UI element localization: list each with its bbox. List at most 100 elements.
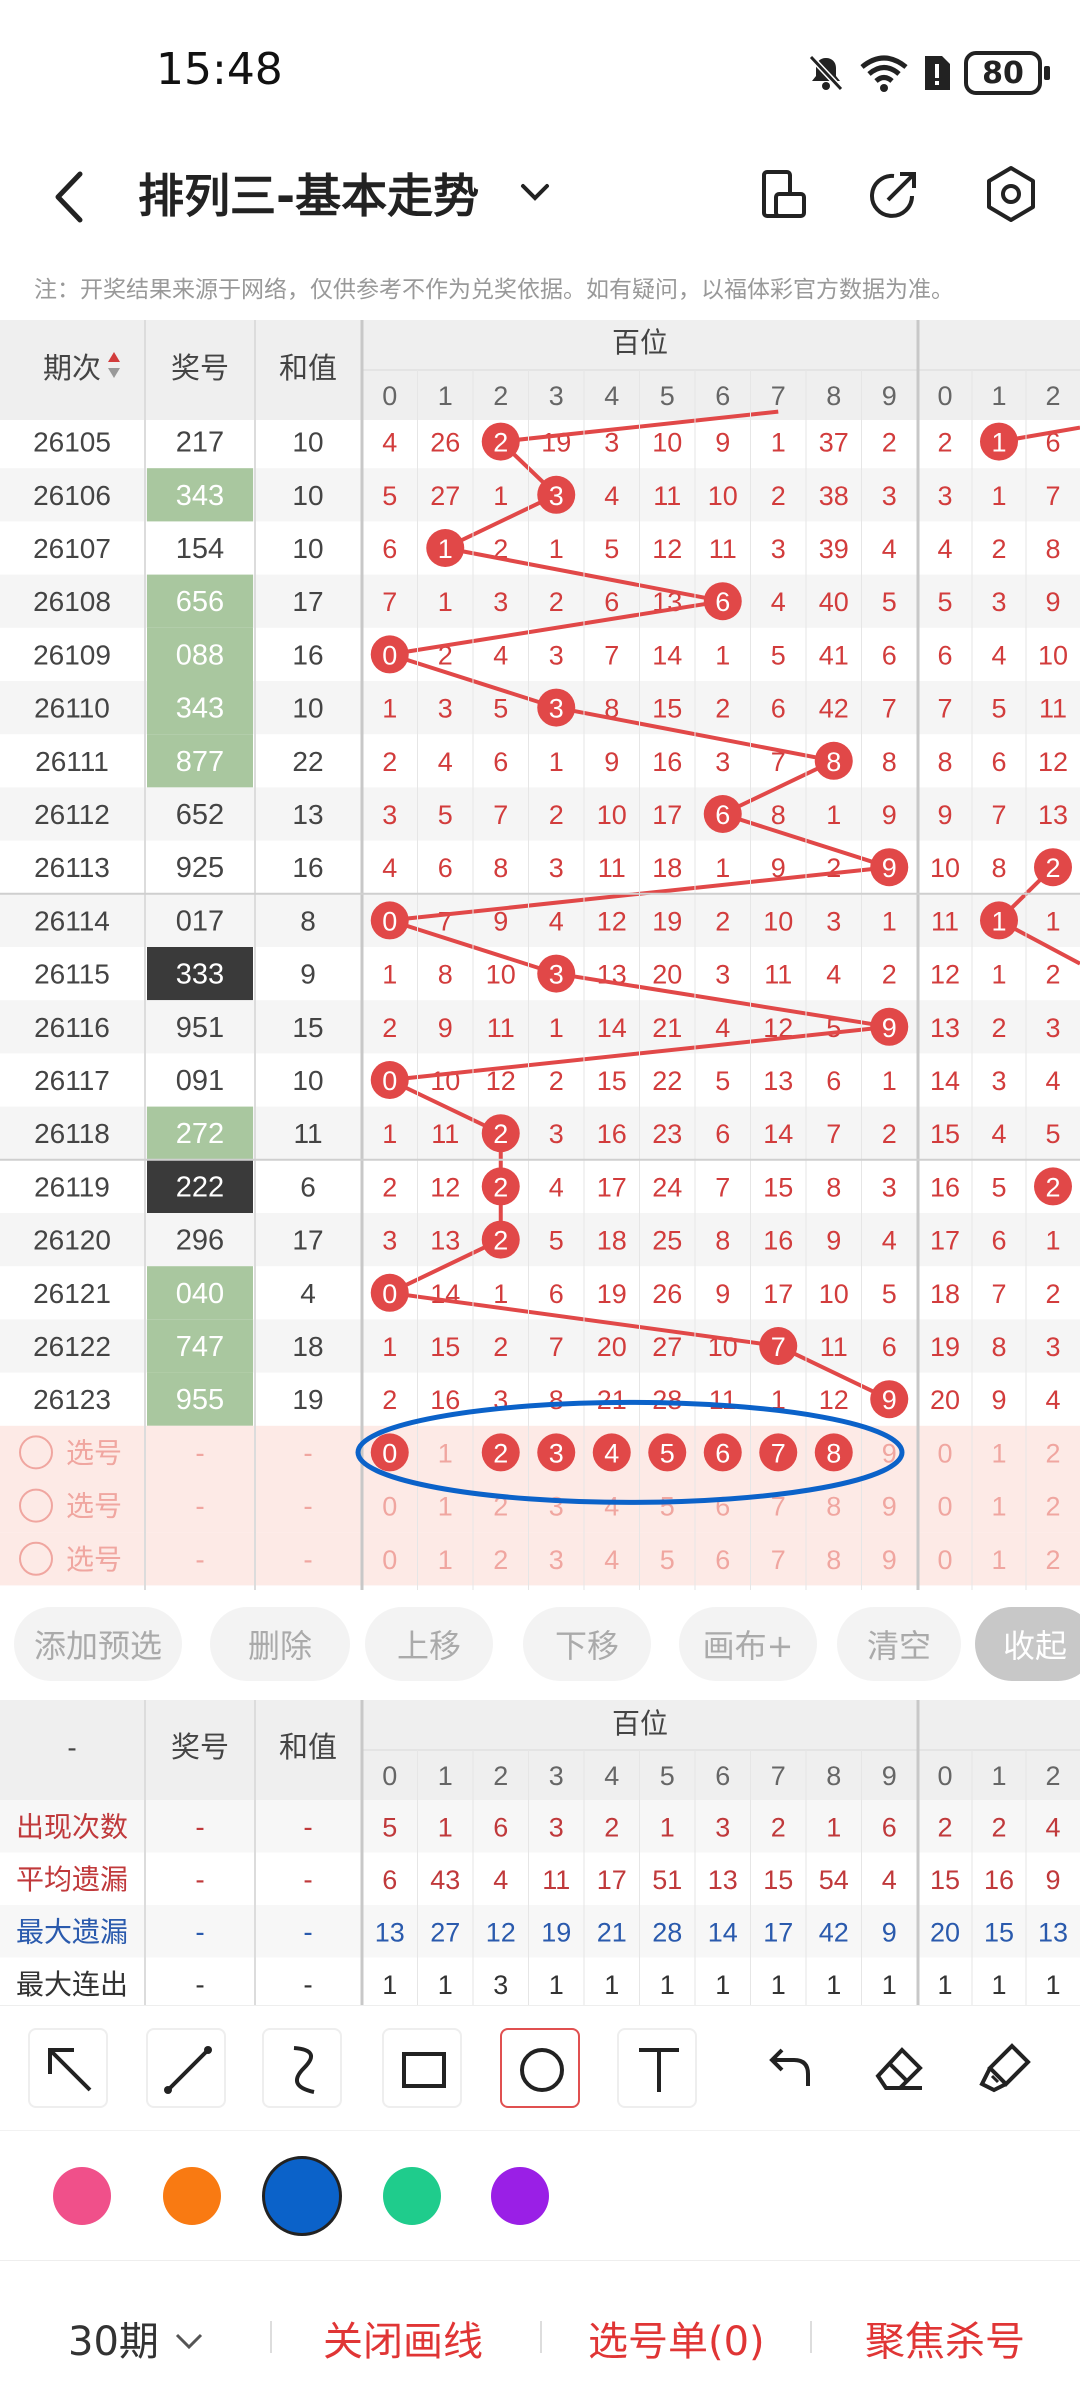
arrow-tool-button[interactable] (28, 2028, 108, 2108)
table-row[interactable]: 26105 217 10 4 26 19 3 10 9 1 37 2 2 6 (33, 427, 1060, 459)
share-icon[interactable] (862, 162, 926, 226)
pick-digit[interactable]: 7 (771, 1545, 786, 1575)
next-omission-cell: 16 (930, 1172, 960, 1202)
omission-cell: 6 (493, 747, 508, 777)
omission-cell: 6 (771, 694, 786, 724)
pick-digit[interactable]: 2 (1045, 1492, 1060, 1522)
color-swatch-selected[interactable] (262, 2156, 342, 2236)
digit-header: 6 (715, 381, 730, 411)
curve-tool-button[interactable] (262, 2028, 342, 2108)
pick-digit[interactable]: 6 (715, 1492, 730, 1522)
pick-digit[interactable]: 1 (991, 1492, 1006, 1522)
stats-cell: 1 (549, 1970, 564, 2000)
eraser-button[interactable] (860, 2028, 940, 2108)
table-row[interactable]: 26119 222 6 2 12 4 17 24 7 15 8 3 16 5 (34, 1159, 1007, 1213)
pick-digit[interactable]: 0 (937, 1438, 952, 1468)
omission-cell: 12 (819, 1385, 849, 1415)
page-title[interactable]: 排列三-基本走势 (138, 160, 479, 226)
period-selector[interactable]: 30期 (68, 2309, 206, 2367)
color-swatch[interactable] (53, 2167, 111, 2225)
omission-cell: 6 (826, 1066, 841, 1096)
pick-digit[interactable]: 2 (1045, 1438, 1060, 1468)
color-swatch[interactable] (491, 2167, 549, 2225)
pick-digit[interactable]: 1 (991, 1545, 1006, 1575)
pick-digit[interactable]: 9 (882, 1545, 897, 1575)
line-tool-button[interactable] (146, 2028, 226, 2108)
omission-cell: 4 (882, 1226, 897, 1256)
omission-cell: 4 (882, 534, 897, 564)
omission-cell: 5 (882, 1279, 897, 1309)
focus-kill-button[interactable]: 聚焦杀号 (865, 2309, 1025, 2367)
settings-icon[interactable] (979, 162, 1043, 226)
next-hit-ball: 1 (980, 901, 1018, 940)
color-swatch[interactable] (163, 2167, 221, 2225)
period-header[interactable]: 期次 (43, 352, 101, 385)
table-row[interactable]: 26107 154 10 6 2 1 5 12 11 3 39 4 4 2 8 (33, 533, 1060, 565)
action-button[interactable]: 下移 (523, 1607, 651, 1681)
rectangle-tool-button[interactable] (382, 2028, 462, 2108)
pick-label: 选号 (66, 1544, 122, 1575)
period-cell: 26116 (34, 1012, 110, 1043)
action-button[interactable]: 上移 (365, 1607, 493, 1681)
omission-cell: 17 (652, 800, 682, 830)
pick-digit[interactable]: 3 (549, 1545, 564, 1575)
hit-ball: 6 (703, 582, 742, 621)
omission-cell: 5 (715, 1066, 730, 1096)
number-cell: 222 (176, 1171, 224, 1203)
stats-cell: 4 (1045, 1812, 1060, 1842)
rotate-screen-icon[interactable] (752, 162, 816, 226)
next-omission-cell: 7 (991, 1279, 1006, 1309)
pick-label: 选号 (66, 1437, 122, 1468)
omission-cell: 3 (882, 481, 897, 511)
pick-digit[interactable]: 5 (660, 1492, 675, 1522)
close-drawing-button[interactable]: 关闭画线 (323, 2309, 483, 2367)
pick-digit[interactable]: 8 (826, 1545, 841, 1575)
sim-alert-icon (925, 56, 950, 90)
action-button[interactable]: 收起 (975, 1607, 1080, 1681)
action-button[interactable]: 画布+ (679, 1607, 817, 1681)
pick-digit[interactable]: 1 (991, 1438, 1006, 1468)
action-button[interactable]: 删除 (210, 1607, 350, 1681)
pick-digit[interactable]: 2 (493, 1545, 508, 1575)
pick-digit[interactable]: 0 (937, 1492, 952, 1522)
back-icon[interactable] (40, 162, 100, 232)
table-row[interactable]: 26117 091 10 10 12 2 15 22 5 13 6 1 14 3 4 (34, 1065, 1060, 1097)
pick-digit[interactable]: 6 (715, 1545, 730, 1575)
omission-cell: 1 (493, 481, 508, 511)
stats-cell: 2 (604, 1812, 619, 1842)
pick-digit[interactable]: 0 (382, 1545, 397, 1575)
action-button[interactable]: 清空 (837, 1607, 961, 1681)
text-tool-button[interactable] (617, 2028, 697, 2108)
omission-cell: 38 (819, 481, 849, 511)
pick-digit[interactable]: 0 (382, 1492, 397, 1522)
pick-digit[interactable]: 4 (604, 1492, 619, 1522)
omission-cell: 1 (549, 534, 564, 564)
clear-brush-button[interactable] (966, 2028, 1046, 2108)
table-row[interactable]: 26109 088 16 2 4 3 7 14 1 5 41 6 6 4 10 (33, 627, 1068, 681)
stats-label: 最大遗漏 (16, 1916, 128, 1947)
pick-digit: 2 (493, 1438, 508, 1468)
table-row[interactable]: 26121 040 4 14 1 6 19 26 9 17 10 5 18 7 2 (33, 1266, 1061, 1320)
action-button[interactable]: 添加预选 (14, 1607, 182, 1681)
pick-digit[interactable]: 3 (549, 1492, 564, 1522)
color-swatch[interactable] (383, 2167, 441, 2225)
stats-cell: 4 (493, 1865, 508, 1895)
ticket-list-button[interactable]: 选号单(0) (588, 2309, 765, 2367)
omission-cell: 9 (715, 1279, 730, 1309)
pick-digit[interactable]: 5 (660, 1545, 675, 1575)
pick-digit[interactable]: 0 (937, 1545, 952, 1575)
next-omission-cell: 2 (1045, 1279, 1060, 1309)
pick-digit[interactable]: 2 (1045, 1545, 1060, 1575)
pick-digit[interactable]: 1 (438, 1438, 453, 1468)
chevron-down-icon (175, 2333, 202, 2350)
chevron-down-icon[interactable] (515, 172, 555, 212)
pick-digit[interactable]: 1 (438, 1545, 453, 1575)
trend-chart-table[interactable]: 期次 奖号 和值百位0 1 2 3 4 5 6 7 8 9 0 1 226105 217 10 4 26 19 3 10 9… (0, 320, 1080, 1590)
undo-button[interactable] (748, 2028, 828, 2108)
table-row[interactable]: 26111 877 22 2 4 6 1 9 16 3 7 8 8 6 12 (35, 734, 1068, 788)
pick-digit[interactable]: 9 (882, 1492, 897, 1522)
pick-digit[interactable]: 1 (438, 1492, 453, 1522)
pick-digit[interactable]: 8 (826, 1492, 841, 1522)
pick-digit[interactable]: 4 (604, 1545, 619, 1575)
circle-tool-button[interactable] (500, 2028, 580, 2108)
